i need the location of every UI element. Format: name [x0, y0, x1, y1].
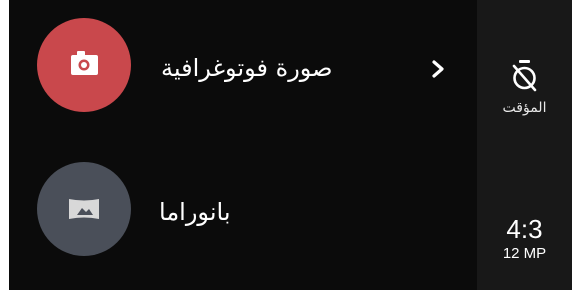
resolution-value: 12 MP	[502, 245, 547, 262]
mode-option-photo[interactable]: صورة فوتوغرافية	[9, 10, 479, 120]
panorama-mode-label: بانوراما	[159, 198, 231, 226]
timer-off-icon	[512, 60, 537, 92]
chevron-right-icon[interactable]	[427, 58, 449, 80]
photo-mode-label: صورة فوتوغرافية	[161, 54, 333, 82]
aspect-ratio-button[interactable]: 4:3 12 MP	[477, 214, 572, 284]
settings-sidebar: المؤقت 4:3 12 MP	[477, 0, 572, 290]
camera-icon	[71, 51, 98, 75]
panorama-mode-circle[interactable]	[37, 162, 131, 256]
mode-option-panorama[interactable]: بانوراما	[9, 154, 479, 264]
timer-button[interactable]: المؤقت	[477, 54, 572, 130]
panorama-icon	[69, 199, 99, 219]
photo-mode-circle[interactable]	[37, 18, 131, 112]
timer-label: المؤقت	[502, 100, 547, 116]
camera-mode-screen: صورة فوتوغرافية بانوراما المؤقت 4:3 12 M…	[9, 0, 572, 290]
aspect-ratio-value: 4:3	[506, 214, 543, 244]
